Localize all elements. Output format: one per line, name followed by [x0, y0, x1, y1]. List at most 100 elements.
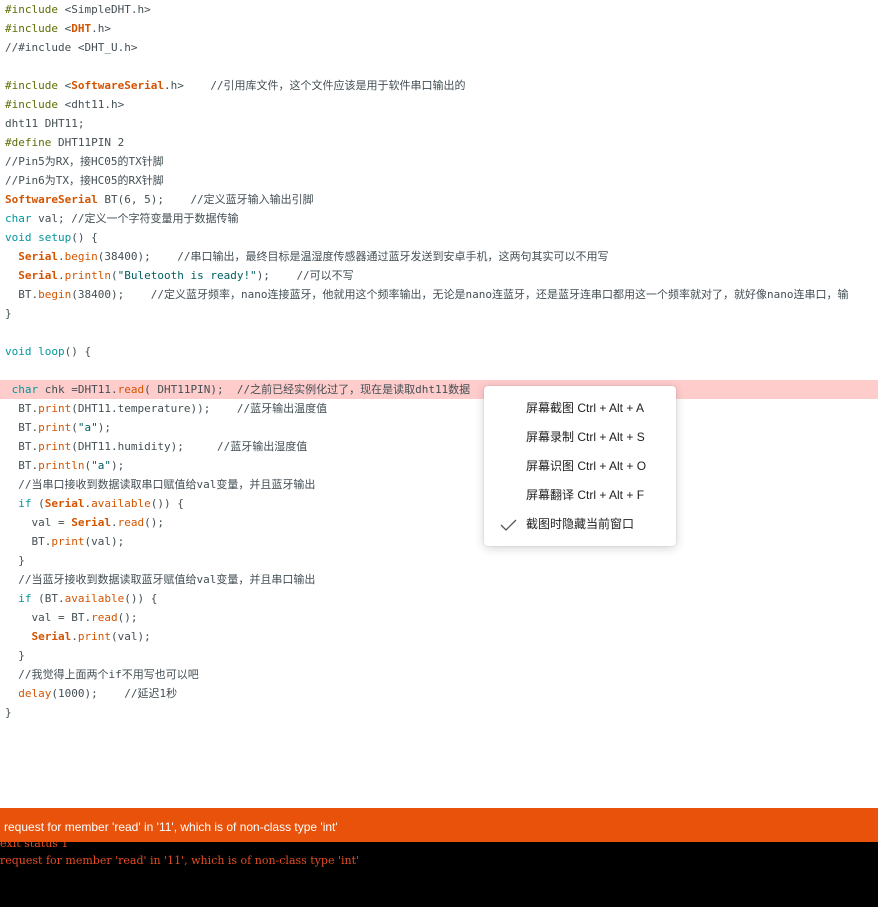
code-line: //#include <DHT_U.h> — [0, 38, 878, 57]
code-line: //我觉得上面两个if不用写也可以吧 — [0, 665, 878, 684]
code-token: println — [64, 269, 111, 282]
code-line: void setup() { — [0, 228, 878, 247]
code-token: BT. — [5, 402, 39, 415]
code-token: (val); — [84, 535, 125, 548]
code-token: ()) { — [150, 497, 184, 510]
context-menu-item[interactable]: 屏幕翻译 Ctrl + Alt + F — [484, 481, 676, 510]
code-token: (DHT11.humidity); — [71, 440, 217, 453]
code-token: #include — [5, 22, 65, 35]
code-token: //之前已经实例化过了，现在是读取dht11数据 — [236, 383, 471, 396]
code-token: BT. — [5, 288, 39, 301]
code-token: #include — [5, 79, 65, 92]
code-token: print — [38, 402, 72, 415]
code-line: if (Serial.available()) { — [0, 494, 878, 513]
code-token: ); — [256, 269, 297, 282]
code-line: void loop() { — [0, 342, 878, 361]
context-menu-item-label: 屏幕录制 Ctrl + Alt + S — [526, 430, 645, 444]
context-menu-item[interactable]: 屏幕录制 Ctrl + Alt + S — [484, 423, 676, 452]
context-menu-item-label: 屏幕识图 Ctrl + Alt + O — [526, 459, 647, 473]
code-line: //Pin6为TX，接HC05的RX针脚 — [0, 171, 878, 190]
code-line: } — [0, 703, 878, 722]
code-line: val = Serial.read(); — [0, 513, 878, 532]
code-token: ( DHT11PIN); — [144, 383, 237, 396]
code-token: val = BT. — [5, 611, 92, 624]
code-line: Serial.print(val); — [0, 627, 878, 646]
code-token: begin — [38, 288, 72, 301]
console-line: exit status 1 — [0, 842, 69, 850]
code-line: delay(1000); //延迟1秒 — [0, 684, 878, 703]
code-token: val = — [5, 516, 72, 529]
code-token: . — [71, 630, 78, 643]
code-line: BT.print(DHT11.humidity); //蓝牙输出湿度值 — [0, 437, 878, 456]
code-token: //当蓝牙接收到数据读取蓝牙赋值给val变量，并且串口输出 — [18, 573, 316, 586]
code-token: SoftwareSerial — [71, 79, 164, 92]
code-token: (); — [117, 611, 138, 624]
code-line: SoftwareSerial BT(6, 5); //定义蓝牙输入输出引脚 — [0, 190, 878, 209]
error-message: request for member 'read' in '11', which… — [4, 820, 338, 834]
code-token: char — [11, 383, 39, 396]
code-line: #define DHT11PIN 2 — [0, 133, 878, 152]
context-menu-item[interactable]: 屏幕识图 Ctrl + Alt + O — [484, 452, 676, 481]
code-token: (1000); — [51, 687, 125, 700]
code-line: BT.print("a"); — [0, 418, 878, 437]
code-token: Serial — [18, 250, 58, 263]
code-line: } — [0, 646, 878, 665]
code-token: print — [77, 630, 111, 643]
code-token: . — [58, 269, 65, 282]
output-console[interactable]: exit status 1 request for member 'read' i… — [0, 842, 878, 907]
code-token: println — [38, 459, 85, 472]
code-token: BT(6, 5); — [97, 193, 191, 206]
code-token: //蓝牙输出温度值 — [236, 402, 328, 415]
code-token: . — [110, 516, 118, 529]
code-line: BT.print(DHT11.temperature)); //蓝牙输出温度值 — [0, 399, 878, 418]
code-token: ); — [97, 421, 111, 434]
code-token: "a" — [77, 421, 98, 434]
code-token: ( — [71, 421, 78, 434]
context-menu-item-label: 屏幕翻译 Ctrl + Alt + F — [526, 488, 645, 502]
code-token: () { — [64, 345, 92, 358]
code-token: //定义蓝牙频率，nano连接蓝牙，他就用这个频率输出，无论是nano连蓝牙，还… — [150, 288, 849, 301]
code-token: //延迟1秒 — [124, 687, 178, 700]
console-line: request for member 'read' in '11', which… — [0, 854, 360, 867]
code-token: #include — [5, 98, 65, 111]
error-message-bar: request for member 'read' in '11', which… — [0, 808, 878, 842]
code-line: #include <dht11.h> — [0, 95, 878, 114]
code-token: (38400); — [71, 288, 151, 301]
code-line-error-highlight: char chk =DHT11.read( DHT11PIN); //之前已经实… — [0, 380, 878, 399]
code-token: //当串口接收到数据读取串口赋值给val变量，并且蓝牙输出 — [18, 478, 316, 491]
code-token: <SimpleDHT.h> — [64, 3, 151, 16]
code-line: #include <DHT.h> — [0, 19, 878, 38]
code-line: //当串口接收到数据读取串口赋值给val变量，并且蓝牙输出 — [0, 475, 878, 494]
code-token: print — [38, 421, 72, 434]
code-token: if — [18, 592, 32, 605]
code-token: ()) { — [124, 592, 158, 605]
code-token: //串口输出，最终目标是温湿度传感器通过蓝牙发送到安卓手机，这两句其实可以不用写 — [177, 250, 609, 263]
code-token: DHT — [71, 22, 92, 35]
code-token: BT. — [5, 535, 52, 548]
code-token: "Buletooth is ready!" — [117, 269, 257, 282]
context-menu-item[interactable]: 截图时隐藏当前窗口 — [484, 510, 676, 539]
code-token: setup — [38, 231, 72, 244]
code-token: begin — [64, 250, 98, 263]
code-token: BT. — [5, 459, 39, 472]
code-line: if (BT.available()) { — [0, 589, 878, 608]
context-menu-item[interactable]: 屏幕截图 Ctrl + Alt + A — [484, 394, 676, 423]
code-token: available — [91, 497, 151, 510]
code-token: read — [117, 383, 145, 396]
code-editor[interactable]: #include <SimpleDHT.h> #include <DHT.h> //… — [0, 0, 878, 808]
code-token: //定义蓝牙输入输出引脚 — [190, 193, 314, 206]
code-token: //Pin6为TX，接HC05的RX针脚 — [5, 174, 164, 187]
code-token: .h> — [91, 22, 111, 35]
code-token: if — [18, 497, 32, 510]
code-token: //#include <DHT_U.h> — [5, 41, 138, 54]
code-token: void — [5, 345, 32, 358]
code-line: dht11 DHT11; — [0, 114, 878, 133]
code-token: dht11 DHT11; — [5, 117, 85, 130]
code-token: char — [5, 212, 32, 225]
